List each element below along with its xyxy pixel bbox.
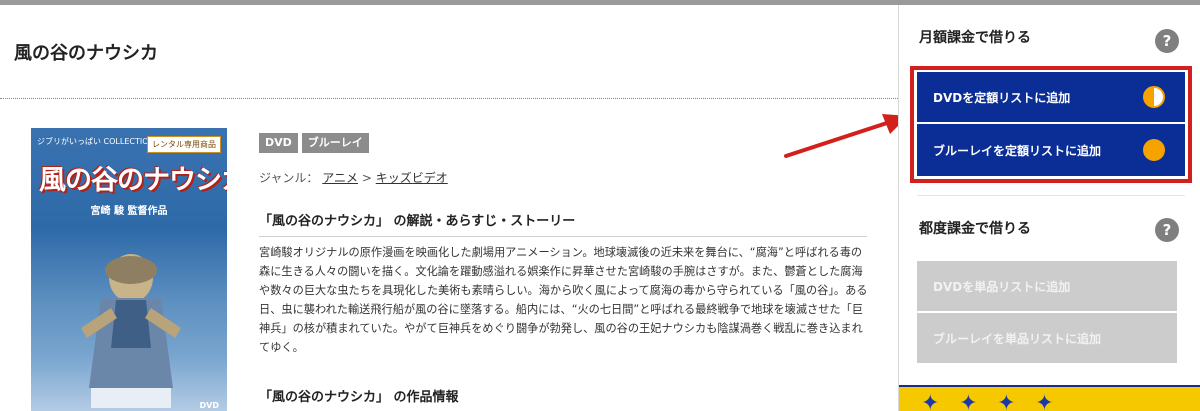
story-heading: 「風の谷のナウシカ」 の解説・あらすじ・ストーリー: [259, 210, 867, 237]
tag-dvd: DVD: [259, 133, 298, 153]
rental-sidebar: 月額課金で借りる ? DVDを定額リストに追加 ブルーレイを定額リストに追加 都…: [898, 5, 1200, 411]
add-bluray-single-button[interactable]: ブルーレイを単品リストに追加: [917, 313, 1177, 363]
per-rental-help-icon[interactable]: ?: [1155, 218, 1179, 242]
genre-label: ジャンル：: [259, 171, 319, 185]
add-bluray-single-label: ブルーレイを単品リストに追加: [933, 331, 1102, 346]
page-title: 風の谷のナウシカ: [14, 43, 158, 64]
genre-breadcrumb: ジャンル： アニメ > キッズビデオ: [259, 169, 448, 186]
story-description: 宮崎駿オリジナルの原作漫画を映画化した劇場用アニメーション。地球壊滅後の近未来を…: [259, 246, 868, 354]
promo-banner[interactable]: ✦ ✦ ✦ ✦: [899, 385, 1200, 411]
cover-format-mark: DVD: [199, 401, 219, 410]
genre-link-anime[interactable]: アニメ: [322, 171, 358, 185]
genre-link-kids-video[interactable]: キッズビデオ: [376, 171, 448, 185]
add-dvd-single-button[interactable]: DVDを単品リストに追加: [917, 261, 1177, 311]
add-bluray-monthly-label: ブルーレイを定額リストに追加: [933, 143, 1102, 158]
red-arrow-annotation: [784, 114, 908, 158]
cover-image[interactable]: ジブリがいっぱい COLLECTION レンタル専用商品 風の谷のナウシカ 宮崎…: [31, 128, 227, 411]
work-info-heading: 「風の谷のナウシカ」 の作品情報: [259, 386, 867, 411]
promo-banner-art: ✦ ✦ ✦ ✦: [921, 391, 1060, 411]
cover-illustration: [81, 254, 181, 408]
add-dvd-monthly-button[interactable]: DVDを定額リストに追加: [917, 72, 1185, 122]
add-dvd-monthly-label: DVDを定額リストに追加: [933, 90, 1071, 105]
monthly-rental-heading: 月額課金で借りる: [919, 30, 1031, 46]
main-content: 風の谷のナウシカ ジブリがいっぱい COLLECTION レンタル専用商品 風の…: [0, 5, 898, 411]
format-tags: DVD ブルーレイ: [259, 133, 369, 153]
cover-title: 風の谷のナウシカ: [39, 165, 227, 196]
cover-subtitle: 宮崎 駿 監督作品: [90, 206, 168, 217]
full-circle-icon: [1143, 139, 1165, 161]
title-area: 風の谷のナウシカ: [0, 5, 898, 99]
cover-series-text: ジブリがいっぱい COLLECTION: [37, 137, 155, 146]
rental-only-badge: レンタル専用商品: [147, 136, 221, 153]
per-rental-heading: 都度課金で借りる: [919, 221, 1031, 237]
half-circle-icon: [1143, 86, 1165, 108]
tag-bluray: ブルーレイ: [301, 133, 369, 153]
sidebar-divider: [917, 195, 1185, 196]
monthly-help-icon[interactable]: ?: [1155, 29, 1179, 53]
add-dvd-single-label: DVDを単品リストに追加: [933, 279, 1071, 294]
genre-separator: >: [361, 171, 372, 185]
add-bluray-monthly-button[interactable]: ブルーレイを定額リストに追加: [917, 124, 1185, 176]
